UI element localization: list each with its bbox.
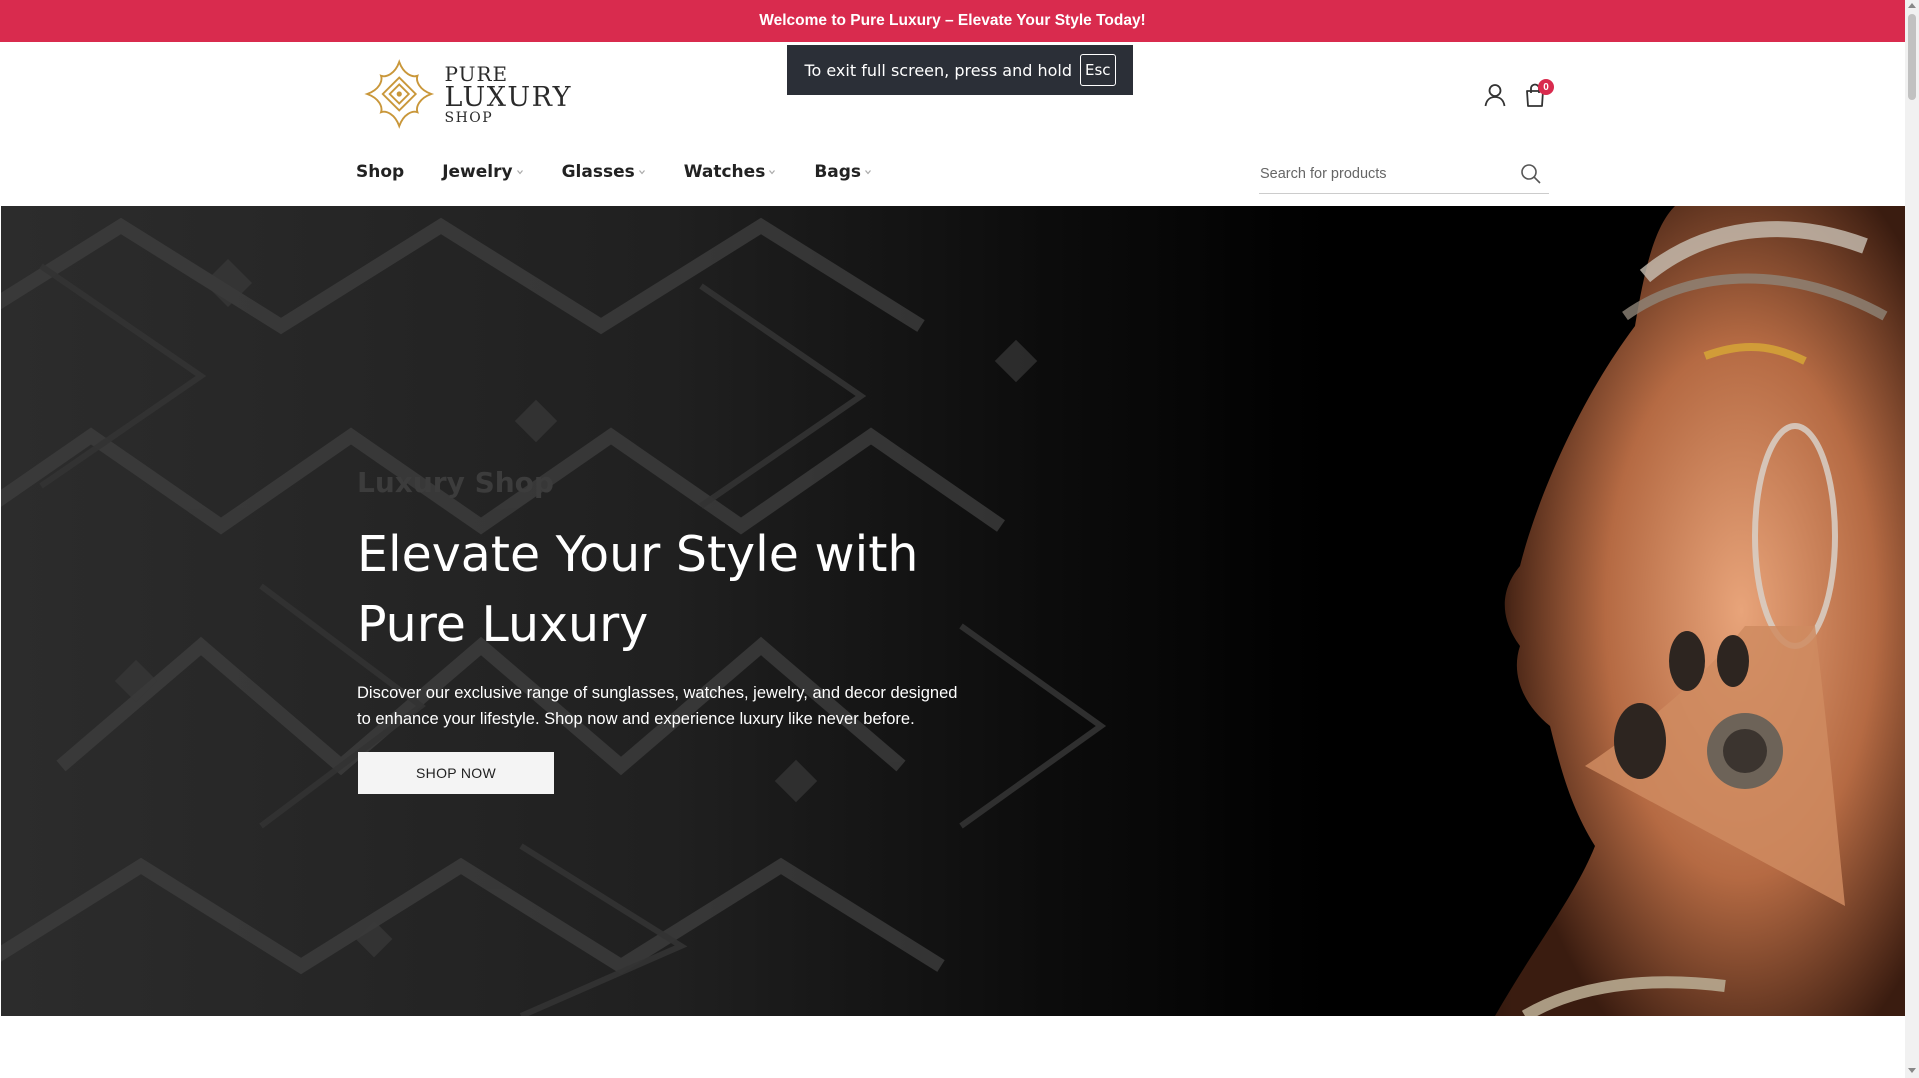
model-portrait-image <box>1345 206 1905 1016</box>
nav-item-bags[interactable]: Bags <box>814 162 872 182</box>
nav-label: Jewelry <box>442 162 513 182</box>
site-logo[interactable]: PURE LUXURY SHOP <box>362 51 572 137</box>
nav-item-watches[interactable]: Watches <box>684 162 777 182</box>
scroll-down-arrow-icon[interactable] <box>1908 1068 1916 1073</box>
nav-label: Glasses <box>561 162 635 182</box>
nav-item-glasses[interactable]: Glasses <box>562 162 646 182</box>
logo-line-pure: PURE <box>444 61 509 86</box>
chevron-down-icon <box>865 170 871 175</box>
content-below-fold <box>0 1016 1905 1078</box>
logo-line-shop: SHOP <box>444 109 494 126</box>
nav-item-jewelry[interactable]: Jewelry <box>442 162 523 182</box>
nav-label: Bags <box>814 162 862 182</box>
nav-item-shop[interactable]: Shop <box>356 162 404 182</box>
search-icon[interactable] <box>1519 162 1543 186</box>
nav-label: Shop <box>356 162 405 182</box>
chevron-down-icon <box>769 170 776 175</box>
fullscreen-notice: To exit full screen, press and hold Esc <box>787 45 1133 95</box>
chevron-down-icon <box>516 170 523 175</box>
fullscreen-notice-text: To exit full screen, press and hold <box>804 60 1073 80</box>
announcement-bar: Welcome to Pure Luxury – Elevate Your St… <box>0 0 1905 42</box>
logo-line-luxury: LUXURY <box>444 81 572 113</box>
shop-now-button[interactable]: SHOP NOW <box>358 752 554 794</box>
announcement-text: Welcome to Pure Luxury – Elevate Your St… <box>759 12 1146 29</box>
esc-key-hint: Esc <box>1080 54 1116 86</box>
logo-wordmark: PURE LUXURY SHOP <box>444 64 572 125</box>
main-nav: Shop Jewelry Glasses Watches Bags <box>356 158 910 186</box>
logo-emblem-icon <box>364 59 435 129</box>
hero-description: Discover our exclusive range of sunglass… <box>357 684 958 728</box>
chevron-down-icon <box>638 170 645 175</box>
scroll-up-arrow-icon[interactable] <box>1908 3 1916 8</box>
hero-subtitle: Luxury Shop <box>357 466 554 499</box>
nav-label: Watches <box>683 162 766 182</box>
hero-banner: Luxury Shop Elevate Your Style with Pure… <box>1 206 1905 1016</box>
product-search <box>1259 154 1549 194</box>
user-icon[interactable] <box>1482 82 1508 108</box>
page-scrollbar[interactable] <box>1905 0 1919 1078</box>
scrollbar-thumb[interactable] <box>1908 14 1916 100</box>
search-input[interactable] <box>1259 165 1519 182</box>
cart-count-badge: 0 <box>1538 79 1554 95</box>
hero-title: Elevate Your Style with Pure Luxury <box>357 526 919 653</box>
